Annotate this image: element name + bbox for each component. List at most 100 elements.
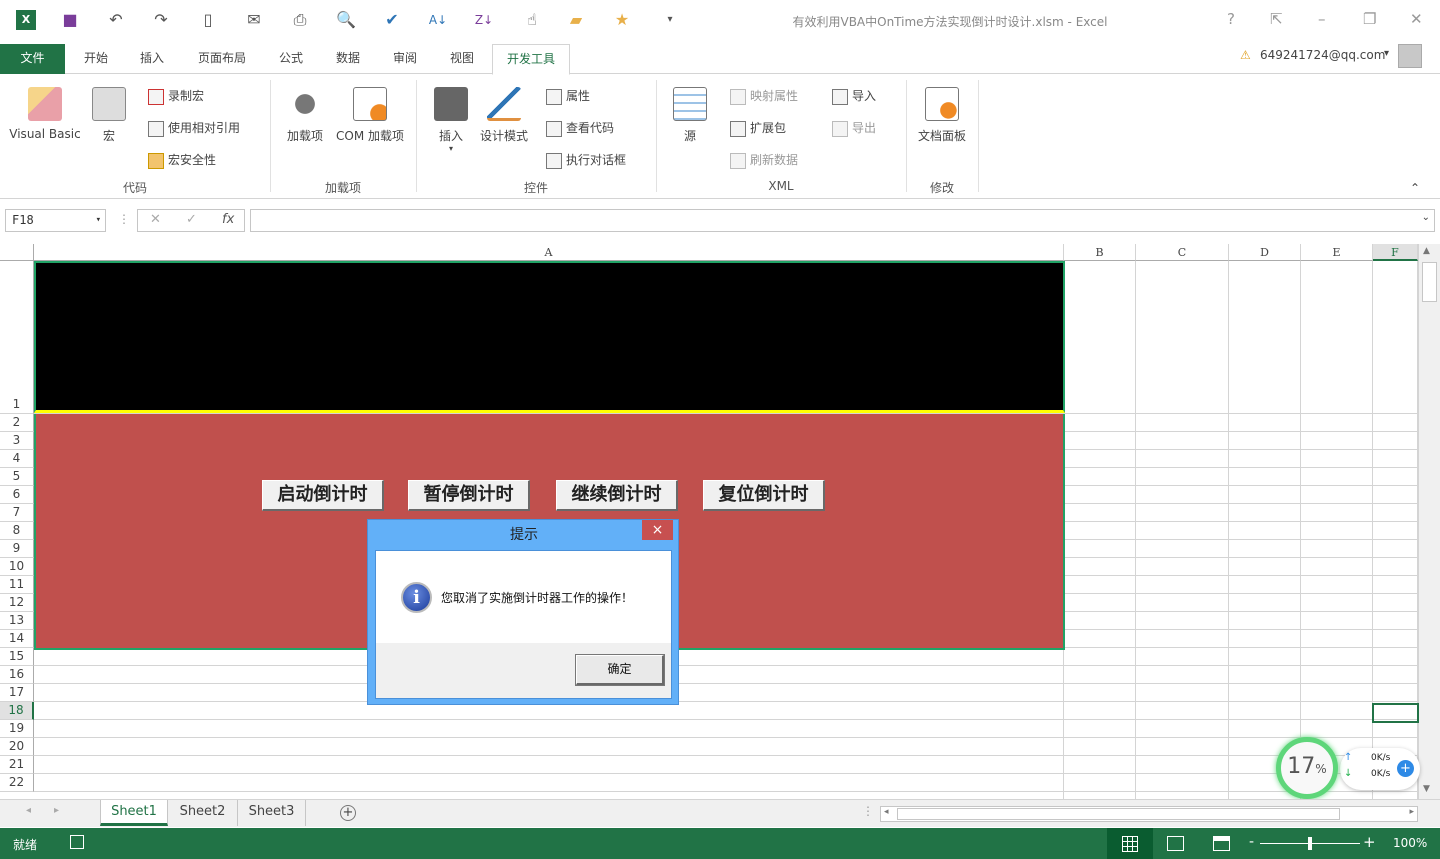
sheet-tab-sheet3[interactable]: Sheet3	[238, 800, 306, 826]
row-header-12[interactable]: 12	[0, 594, 34, 612]
print-preview-icon[interactable]: 🔍	[336, 10, 356, 30]
prev-sheet-icon[interactable]: ◂	[26, 805, 31, 816]
splitter-icon[interactable]: ⋮	[862, 804, 874, 818]
touch-mode-icon[interactable]: ☝	[522, 10, 542, 30]
undo-icon[interactable]: ↶	[106, 10, 126, 30]
row-header-15[interactable]: 15	[0, 648, 34, 666]
relative-reference-button[interactable]: 使用相对引用	[148, 119, 240, 137]
new-file-icon[interactable]: ▯	[198, 10, 218, 30]
worksheet-grid[interactable]: ▲ ▼ A B C D E F 1 2 3 4 5 6 7 8 9 10 11 12 13 14 15 16 17 18 19 2…	[0, 244, 1440, 799]
view-code-button[interactable]: 查看代码	[546, 119, 614, 137]
column-header-b[interactable]: B	[1064, 244, 1136, 261]
import-button[interactable]: 导入	[832, 87, 876, 105]
enter-icon[interactable]: ✓	[186, 212, 197, 227]
account-caret-icon[interactable]: ▾	[1384, 48, 1389, 59]
zoom-slider-thumb[interactable]	[1308, 837, 1312, 850]
sheet-tab-sheet1[interactable]: Sheet1	[100, 800, 168, 826]
attach-icon[interactable]: ✉	[244, 10, 264, 30]
record-macro-button[interactable]: 录制宏	[148, 87, 204, 105]
print-icon[interactable]: ⎙	[290, 10, 310, 30]
row-header-6[interactable]: 6	[0, 486, 34, 504]
visual-basic-button[interactable]: Visual Basic	[8, 87, 82, 141]
row-header-2[interactable]: 2	[0, 414, 34, 432]
row-header-13[interactable]: 13	[0, 612, 34, 630]
minimize-button[interactable]: –	[1318, 10, 1326, 28]
row-header-21[interactable]: 21	[0, 756, 34, 774]
row-header-4[interactable]: 4	[0, 450, 34, 468]
collapse-ribbon-icon[interactable]: ⌃	[1410, 181, 1420, 195]
pause-countdown-button[interactable]: 暂停倒计时	[408, 480, 530, 511]
close-button[interactable]: ✕	[1410, 10, 1423, 28]
zoom-out-button[interactable]: -	[1249, 834, 1254, 850]
ok-button[interactable]: 确定	[575, 654, 665, 686]
favorites-folder-icon[interactable]: ★	[612, 10, 632, 30]
open-folder-icon[interactable]: ▰	[566, 10, 586, 30]
design-mode-button[interactable]: 设计模式	[476, 87, 532, 144]
row-header-14[interactable]: 14	[0, 630, 34, 648]
xml-source-button[interactable]: 源	[668, 87, 712, 144]
select-all-corner[interactable]	[0, 244, 34, 261]
spelling-icon[interactable]: ✔	[382, 10, 402, 30]
tab-file[interactable]: 文件	[0, 44, 65, 74]
vertical-scrollbar[interactable]: ▲ ▼	[1418, 244, 1440, 799]
properties-button[interactable]: 属性	[546, 87, 590, 105]
page-break-view-icon[interactable]	[1213, 836, 1230, 851]
row-header-9[interactable]: 9	[0, 540, 34, 558]
scroll-thumb[interactable]	[897, 808, 1340, 820]
column-header-a[interactable]: A	[34, 244, 1064, 261]
resume-countdown-button[interactable]: 继续倒计时	[556, 480, 678, 511]
name-box[interactable]: F18 ▾	[5, 209, 106, 232]
row-header-11[interactable]: 11	[0, 576, 34, 594]
next-sheet-icon[interactable]: ▸	[54, 805, 59, 816]
tab-view[interactable]: 视图	[438, 44, 486, 74]
ribbon-display-button[interactable]: ⇱	[1270, 10, 1283, 28]
sort-az-icon[interactable]: A↓	[428, 10, 448, 30]
macros-button[interactable]: 宏	[88, 87, 130, 144]
tab-page-layout[interactable]: 页面布局	[188, 44, 256, 74]
expand-formula-icon[interactable]: ⌄	[1422, 212, 1430, 223]
tab-insert[interactable]: 插入	[128, 44, 176, 74]
help-button[interactable]: ?	[1227, 10, 1235, 28]
restore-button[interactable]: ❐	[1363, 10, 1376, 28]
tab-home[interactable]: 开始	[72, 44, 120, 74]
row-header-16[interactable]: 16	[0, 666, 34, 684]
add-sheet-button[interactable]: +	[340, 805, 356, 821]
cpu-usage-badge[interactable]: 17%	[1276, 737, 1338, 799]
macro-record-icon[interactable]	[70, 835, 84, 849]
row-header-10[interactable]: 10	[0, 558, 34, 576]
redo-icon[interactable]: ↷	[151, 10, 171, 30]
selected-cell-f18[interactable]	[1372, 703, 1419, 723]
tab-data[interactable]: 数据	[324, 44, 372, 74]
formula-input[interactable]: ⌄	[250, 209, 1435, 232]
column-header-f[interactable]: F	[1373, 244, 1418, 261]
row-header-18[interactable]: 18	[0, 702, 34, 720]
tab-developer[interactable]: 开发工具	[492, 44, 570, 75]
row-header-5[interactable]: 5	[0, 468, 34, 486]
sheet-tab-sheet2[interactable]: Sheet2	[168, 800, 238, 826]
sort-za-icon[interactable]: Z↓	[474, 10, 494, 30]
insert-control-button[interactable]: 插入 ▾	[430, 87, 472, 153]
row-header-19[interactable]: 19	[0, 720, 34, 738]
row-header-20[interactable]: 20	[0, 738, 34, 756]
scroll-thumb[interactable]	[1422, 262, 1437, 302]
column-header-e[interactable]: E	[1301, 244, 1373, 261]
chevron-down-icon[interactable]: ▾	[96, 210, 101, 231]
account-email[interactable]: 649241724@qq.com	[1260, 48, 1385, 62]
zoom-level[interactable]: 100%	[1393, 836, 1427, 850]
export-button[interactable]: 导出	[832, 119, 876, 137]
column-header-c[interactable]: C	[1136, 244, 1229, 261]
tab-review[interactable]: 审阅	[382, 44, 428, 74]
column-header-d[interactable]: D	[1229, 244, 1301, 261]
page-layout-view-icon[interactable]	[1167, 836, 1184, 851]
save-icon[interactable]: ■	[60, 10, 80, 30]
run-dialog-button[interactable]: 执行对话框	[546, 151, 626, 169]
row-header-22[interactable]: 22	[0, 774, 34, 792]
dialog-close-button[interactable]: ×	[642, 520, 673, 540]
row-header-3[interactable]: 3	[0, 432, 34, 450]
plus-icon[interactable]: +	[1397, 760, 1414, 777]
tab-formulas[interactable]: 公式	[268, 44, 314, 74]
com-addins-button[interactable]: COM 加载项	[332, 87, 408, 144]
cancel-icon[interactable]: ✕	[150, 212, 161, 227]
document-panel-button[interactable]: 文档面板	[914, 87, 970, 144]
expansion-packs-button[interactable]: 扩展包	[730, 119, 786, 137]
